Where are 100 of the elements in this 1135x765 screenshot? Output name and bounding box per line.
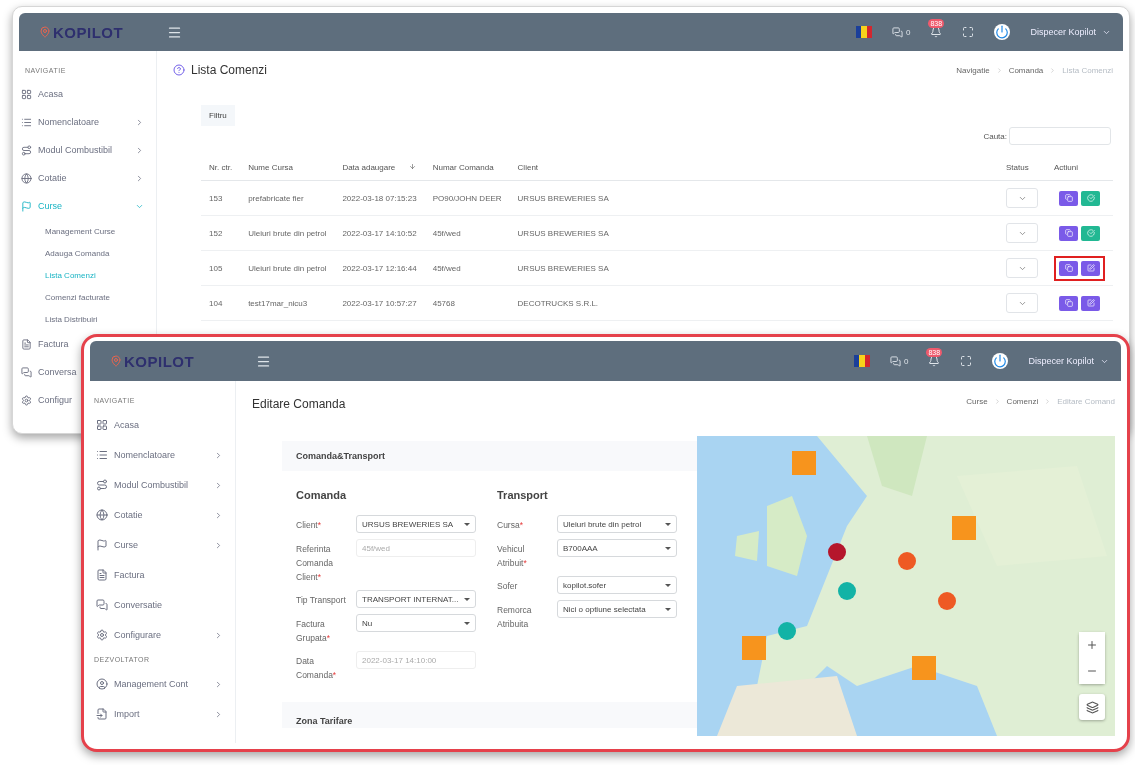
edit-icon <box>1086 264 1095 272</box>
copy-button[interactable] <box>1059 225 1078 241</box>
nav-item[interactable]: Cotatie <box>90 500 235 530</box>
chevron-right-icon <box>214 510 223 520</box>
search-label: Cauta: <box>983 131 1007 141</box>
column-header[interactable]: Numar Comanda <box>424 155 510 181</box>
nav-subitem[interactable]: Adauga Comanda <box>19 242 156 264</box>
select-field[interactable]: Nici o optiune selectata <box>557 600 677 618</box>
nav-item[interactable]: Modul Combustibil <box>19 136 156 164</box>
pin-icon <box>110 355 122 367</box>
chevron-right-icon <box>214 540 223 550</box>
nav-item[interactable]: Import <box>90 699 235 729</box>
zoom-out-button[interactable] <box>1079 658 1105 684</box>
column-header[interactable]: Nr. ctr. <box>201 155 241 181</box>
help-icon <box>173 64 185 76</box>
import-icon <box>96 708 108 720</box>
table-cell: Uleiuri brute din petrol <box>240 215 335 251</box>
nav-subitem[interactable]: Lista Distribuiri <box>19 308 156 330</box>
chat-icon[interactable] <box>890 355 901 367</box>
nav-item[interactable]: Configur <box>19 386 73 414</box>
table-cell: Uleiuri brute din petrol <box>240 250 335 286</box>
check-icon <box>1086 194 1095 202</box>
nav-item[interactable]: Factura <box>90 560 235 590</box>
plus-icon <box>1086 639 1098 651</box>
approve-button[interactable] <box>1081 190 1100 206</box>
nav-item[interactable]: Cotatie <box>19 164 156 192</box>
breadcrumb[interactable]: Comenzi <box>1006 397 1039 406</box>
message-count: 0 <box>906 27 911 37</box>
column-header[interactable]: Nume Cursa <box>240 155 335 181</box>
copy-button[interactable] <box>1059 295 1078 311</box>
sort-arrow-icon <box>409 163 417 170</box>
flag-icon[interactable] <box>854 355 870 367</box>
page-title: Lista Comenzi <box>191 63 268 77</box>
bell-icon[interactable] <box>930 26 943 38</box>
nav-item[interactable]: Management Cont <box>90 669 235 699</box>
user-menu[interactable]: Dispecer Kopilot <box>1030 27 1111 37</box>
table-cell: test17mar_nicu3 <box>240 285 335 321</box>
nav-subitem[interactable]: Comenzi facturate <box>19 286 156 308</box>
chevron-right-icon <box>214 630 223 640</box>
zoom-in-button[interactable] <box>1079 632 1105 658</box>
fullscreen-icon[interactable] <box>962 26 975 38</box>
field-label: Cursa* <box>497 519 524 532</box>
select-field[interactable]: Nu <box>356 614 476 632</box>
layers-button[interactable] <box>1079 694 1105 720</box>
edit-button[interactable] <box>1081 295 1100 311</box>
copy-button[interactable] <box>1059 190 1078 206</box>
route-icon <box>96 479 108 491</box>
bell-icon[interactable] <box>928 355 941 367</box>
flag-icon[interactable] <box>856 26 872 38</box>
select-field[interactable]: URSUS BREWERIES SA <box>356 515 476 533</box>
nav-subitem[interactable]: Management Curse <box>19 220 156 242</box>
column-header[interactable]: Status <box>998 155 1046 181</box>
nav-item[interactable]: Conversa <box>19 358 77 386</box>
list-icon <box>21 116 32 128</box>
section-title: Zona Tarifare <box>282 702 697 728</box>
nav-item[interactable]: Configurare <box>90 620 235 650</box>
nav-item[interactable]: Acasa <box>19 80 156 108</box>
menu-icon[interactable] <box>256 353 271 369</box>
edit-button[interactable] <box>1081 260 1100 276</box>
field-label: Client* <box>296 519 323 532</box>
chat-icon[interactable] <box>892 26 903 38</box>
nav-item[interactable]: Factura <box>19 330 69 358</box>
chevron-right-icon <box>214 709 223 719</box>
nav-item[interactable]: Nomenclatoare <box>90 440 235 470</box>
breadcrumb[interactable]: Comanda <box>1008 65 1044 75</box>
breadcrumb[interactable]: Curse <box>966 397 988 406</box>
column-header[interactable]: Data adaugare <box>334 155 425 181</box>
copy-button[interactable] <box>1059 260 1078 276</box>
table-cell: 152 <box>201 215 241 251</box>
nav-item[interactable]: Conversatie <box>90 590 235 620</box>
fullscreen-icon[interactable] <box>960 355 973 367</box>
select-field[interactable]: Uleiuri brute din petrol <box>557 515 677 533</box>
chevron-right-icon <box>214 679 223 689</box>
table-cell: 45f/wed <box>424 250 510 286</box>
table-cell: PO90/JOHN DEER <box>424 180 510 216</box>
filter-button[interactable]: Filtru <box>201 105 235 126</box>
avatar[interactable] <box>994 24 1011 40</box>
nav-item[interactable]: Curse <box>90 530 235 560</box>
nav-item[interactable]: Modul Combustibil <box>90 470 235 500</box>
select-field[interactable]: TRANSPORT INTERNAT... <box>356 590 476 608</box>
nav-item[interactable]: Nomenclatoare <box>19 108 156 136</box>
table-cell: 104 <box>201 285 241 321</box>
route-icon <box>21 144 32 156</box>
select-field[interactable]: B700AAA <box>557 539 677 557</box>
table-cell: DECOTRUCKS S.R.L. <box>509 285 998 321</box>
table-cell: 2022-03-17 10:57:27 <box>334 285 425 321</box>
search-field[interactable] <box>1009 127 1111 145</box>
select-field[interactable]: kopilot.sofer <box>557 576 677 594</box>
user-menu[interactable]: Dispecer Kopilot <box>1028 356 1109 366</box>
avatar[interactable] <box>992 353 1009 369</box>
globe-icon <box>21 172 32 184</box>
breadcrumb[interactable]: Navigatie <box>956 65 990 75</box>
column-header[interactable]: Client <box>509 155 998 181</box>
table-cell: 45f/wed <box>424 215 510 251</box>
menu-icon[interactable] <box>167 24 182 40</box>
settings-icon <box>21 394 32 406</box>
column-title: Comanda <box>296 489 348 501</box>
nav-item[interactable]: Acasa <box>90 410 235 440</box>
approve-button[interactable] <box>1081 225 1100 241</box>
column-header[interactable]: Actiuni <box>1046 155 1113 181</box>
